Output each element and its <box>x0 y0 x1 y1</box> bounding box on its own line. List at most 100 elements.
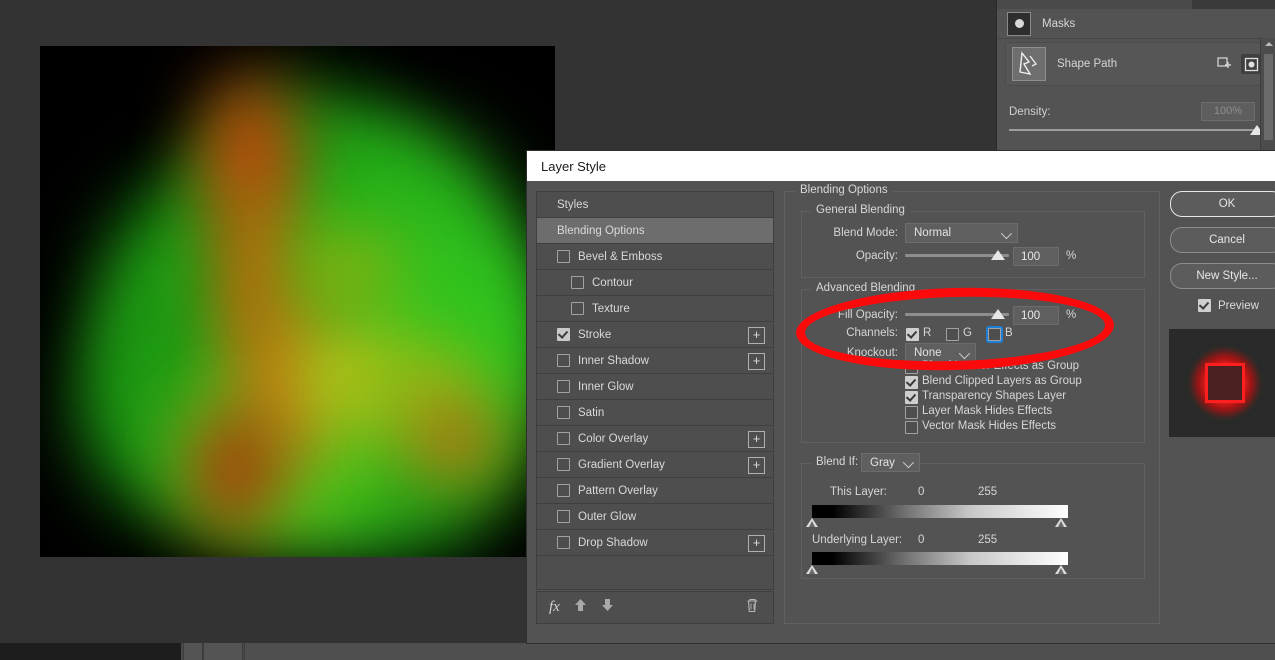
styles-list-item-inner-glow[interactable]: Inner Glow <box>537 374 773 400</box>
styles-list-item-texture[interactable]: Texture <box>537 296 773 322</box>
knockout-value: None <box>914 347 942 359</box>
masks-row[interactable]: Masks <box>997 9 1275 39</box>
effect-checkbox[interactable] <box>571 302 584 315</box>
layer-mask-hides-effects-checkbox[interactable] <box>905 406 918 419</box>
effect-checkbox[interactable] <box>557 536 570 549</box>
select-mask-icon[interactable] <box>1241 54 1261 74</box>
fill-opacity-slider-knob[interactable] <box>991 309 1005 319</box>
add-mask-icon[interactable] <box>1214 54 1234 74</box>
chevron-up-icon[interactable] <box>1265 42 1273 46</box>
blend-clipped-layers-label: Blend Clipped Layers as Group <box>922 375 1082 387</box>
blend-clipped-layers-checkbox[interactable] <box>905 376 918 389</box>
density-label: Density: <box>1009 106 1051 118</box>
effect-checkbox[interactable] <box>557 250 570 263</box>
density-slider-track[interactable] <box>1009 129 1257 131</box>
blend-interior-effects-checkbox[interactable] <box>905 361 918 374</box>
opacity-slider-knob[interactable] <box>991 250 1005 260</box>
ok-button[interactable]: OK <box>1170 191 1275 217</box>
add-effect-icon[interactable]: + <box>748 327 765 344</box>
effect-checkbox[interactable] <box>557 510 570 523</box>
fill-opacity-input[interactable]: 100 <box>1013 306 1059 325</box>
blending-options-panel: Blending Options General Blending Blend … <box>784 191 1160 624</box>
styles-list-item-inner-shadow[interactable]: Inner Shadow + <box>537 348 773 374</box>
styles-list-item-outer-glow[interactable]: Outer Glow <box>537 504 773 530</box>
styles-list-toolbar[interactable]: fx <box>536 591 774 624</box>
underlying-layer-black-stop[interactable] <box>806 565 818 574</box>
this-layer-black-stop[interactable] <box>806 518 818 527</box>
channels-label: Channels: <box>810 327 898 339</box>
this-layer-label: This Layer: <box>830 486 887 498</box>
effect-checkbox[interactable] <box>557 354 570 367</box>
channel-r-label: R <box>923 327 931 339</box>
channel-r-checkbox[interactable] <box>906 328 919 341</box>
scrollbar-thumb[interactable] <box>1264 54 1273 140</box>
taskbar[interactable] <box>0 643 1275 660</box>
opacity-input[interactable]: 100 <box>1013 247 1059 266</box>
effect-checkbox[interactable] <box>557 380 570 393</box>
styles-list-item-bevel-emboss[interactable]: Bevel & Emboss <box>537 244 773 270</box>
this-layer-white-stop[interactable] <box>1055 518 1067 527</box>
styles-list-item-blending-options[interactable]: Blending Options <box>537 218 773 244</box>
arrow-up-icon[interactable] <box>574 598 587 617</box>
styles-list-item-color-overlay[interactable]: Color Overlay + <box>537 426 773 452</box>
fill-opacity-percent-label: % <box>1066 309 1076 321</box>
mask-thumbnail-icon[interactable] <box>1007 12 1031 36</box>
preview-toggle[interactable]: Preview <box>1198 299 1275 312</box>
list-item-label: Styles <box>557 199 588 211</box>
this-layer-gradient-bar[interactable] <box>812 505 1068 518</box>
add-effect-icon[interactable]: + <box>748 457 765 474</box>
density-control[interactable]: Density: 100% <box>1005 96 1268 144</box>
cancel-button[interactable]: Cancel <box>1170 227 1275 253</box>
styles-list[interactable]: Styles Blending Options Bevel & Emboss C… <box>536 191 774 590</box>
chevron-down-icon <box>903 457 914 468</box>
arrow-down-icon[interactable] <box>601 598 614 617</box>
styles-list-item-styles[interactable]: Styles <box>537 192 773 218</box>
underlying-layer-white-stop[interactable] <box>1055 565 1067 574</box>
underlying-layer-max: 255 <box>978 534 997 546</box>
dialog-title: Layer Style <box>527 151 1275 181</box>
styles-list-item-satin[interactable]: Satin <box>537 400 773 426</box>
shape-path-row[interactable]: Shape Path <box>1005 42 1270 86</box>
density-value-field[interactable]: 100% <box>1201 102 1255 121</box>
list-item-label: Pattern Overlay <box>578 485 658 497</box>
list-item-label: Blending Options <box>557 225 645 237</box>
effect-checkbox[interactable] <box>557 432 570 445</box>
styles-list-item-pattern-overlay[interactable]: Pattern Overlay <box>537 478 773 504</box>
panel-tab-bar[interactable] <box>997 0 1275 9</box>
styles-list-item-drop-shadow[interactable]: Drop Shadow + <box>537 530 773 556</box>
masks-panel[interactable]: Masks Shape Path <box>996 0 1275 152</box>
effect-checkbox[interactable] <box>557 406 570 419</box>
styles-list-item-gradient-overlay[interactable]: Gradient Overlay + <box>537 452 773 478</box>
advanced-blending-legend: Advanced Blending <box>811 282 920 294</box>
list-item-label: Outer Glow <box>578 511 636 523</box>
panel-scrollbar[interactable] <box>1260 38 1275 152</box>
styles-list-item-stroke[interactable]: Stroke + <box>537 322 773 348</box>
vector-path-thumbnail-icon[interactable] <box>1012 47 1046 81</box>
blend-mode-select[interactable]: Normal <box>905 223 1018 243</box>
blend-interior-effects-label: Blend Interior Effects as Group <box>922 360 1079 372</box>
effect-checkbox[interactable] <box>557 458 570 471</box>
effect-checkbox[interactable] <box>571 276 584 289</box>
vector-mask-hides-effects-checkbox[interactable] <box>905 421 918 434</box>
layer-style-dialog[interactable]: Layer Style Styles Blending Options Beve… <box>527 151 1275 643</box>
chevron-down-icon <box>1001 228 1012 239</box>
document-canvas[interactable] <box>40 46 555 557</box>
styles-list-item-contour[interactable]: Contour <box>537 270 773 296</box>
add-effect-icon[interactable]: + <box>748 431 765 448</box>
add-effect-icon[interactable]: + <box>748 353 765 370</box>
channel-g-checkbox[interactable] <box>946 328 959 341</box>
blend-if-channel-select[interactable]: Gray <box>861 453 920 472</box>
fx-icon[interactable]: fx <box>549 599 560 616</box>
channel-b-checkbox[interactable] <box>988 328 1001 341</box>
transparency-shapes-layer-checkbox[interactable] <box>905 391 918 404</box>
preview-checkbox[interactable] <box>1198 299 1211 312</box>
general-blending-legend: General Blending <box>811 204 910 216</box>
trash-icon[interactable] <box>746 598 759 618</box>
preview-label: Preview <box>1218 300 1259 312</box>
add-effect-icon[interactable]: + <box>748 535 765 552</box>
underlying-layer-gradient-bar[interactable] <box>812 552 1068 565</box>
effect-checkbox[interactable] <box>557 484 570 497</box>
effect-checkbox[interactable] <box>557 328 570 341</box>
new-style-button[interactable]: New Style... <box>1170 263 1275 289</box>
channel-b-label: B <box>1005 327 1013 339</box>
